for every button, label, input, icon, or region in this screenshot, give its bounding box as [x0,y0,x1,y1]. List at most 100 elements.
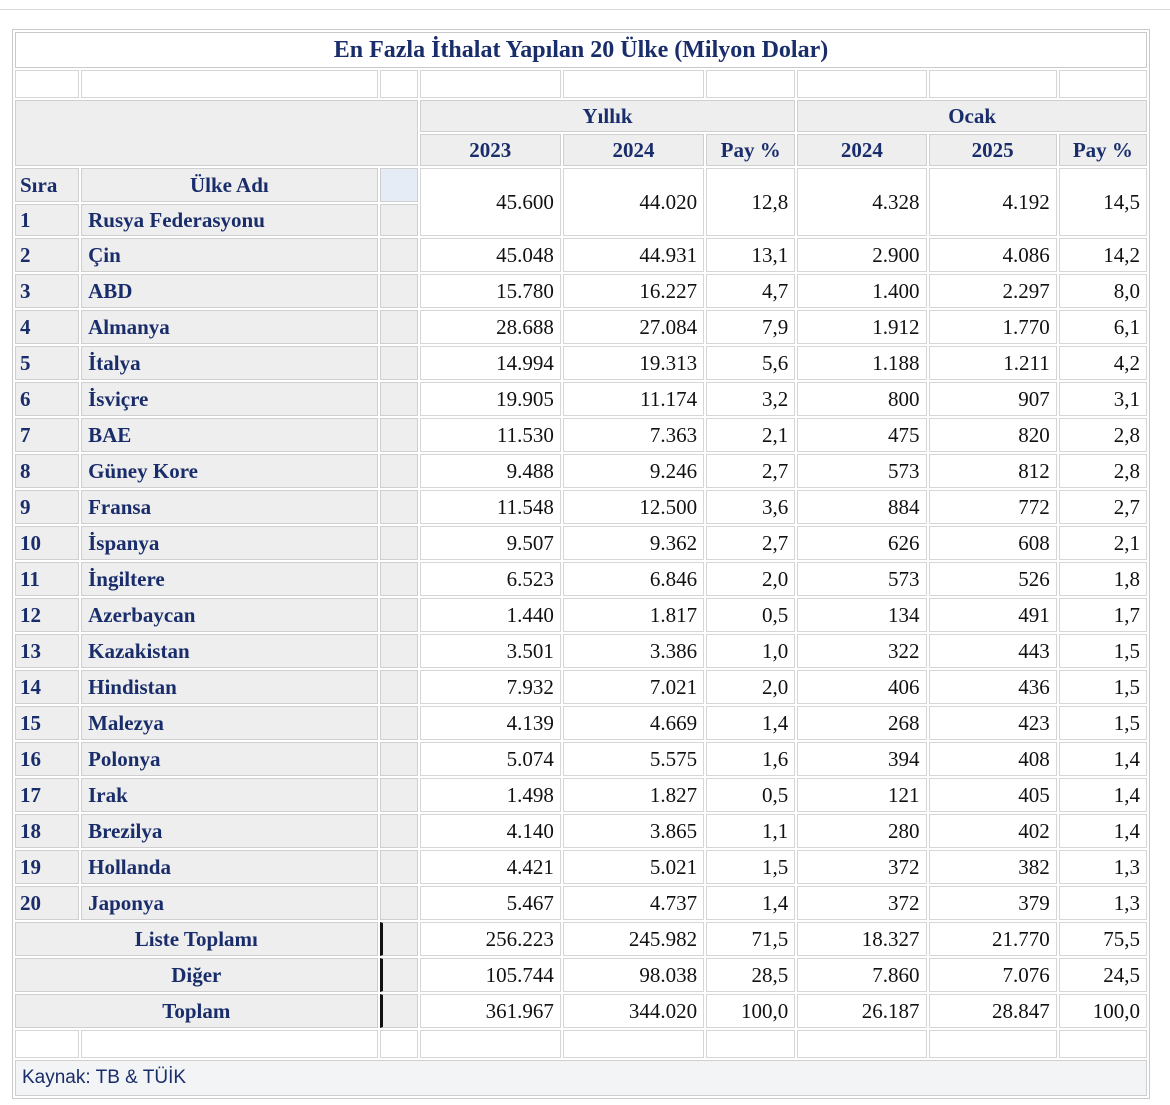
value-cell: 475 [797,418,927,452]
value-cell: 121 [797,778,927,812]
table-row: 17 Irak 1.498 1.827 0,5 121 405 1,4 [15,778,1147,812]
value-cell: 4.140 [419,814,561,848]
top-divider [0,9,1170,10]
value-cell: 44.931 [562,238,705,272]
value-cell: 1,3 [1058,886,1147,920]
value-cell: 19.313 [562,346,705,380]
rank-cell: 3 [15,274,80,308]
value-cell: 13,1 [706,238,796,272]
value-cell: 5.467 [419,886,561,920]
rank-cell: 5 [15,346,80,380]
value-cell: 820 [928,418,1057,452]
table-row: 4 Almanya 28.688 27.084 7,9 1.912 1.770 6,1 [15,310,1147,344]
rank-cell: 9 [15,490,80,524]
country-cell: Çin [81,238,378,272]
value-cell: 4,2 [1058,346,1147,380]
value-cell: 3.501 [419,634,561,668]
col-header-2023: 2023 [419,134,561,166]
country-cell: BAE [81,418,378,452]
summary-value-cell: 7.076 [928,958,1057,992]
table-row: 14 Hindistan 7.932 7.021 2,0 406 436 1,5 [15,670,1147,704]
value-cell: 45.048 [419,238,561,272]
rank-cell: 1 [15,204,80,236]
summary-value-cell: 361.967 [419,994,561,1028]
value-cell: 4.086 [928,238,1057,272]
table-row: Sıra Ülke Adı 45.600 44.020 12,8 4.328 4… [15,168,1147,236]
value-cell: 9.488 [419,454,561,488]
summary-value-cell: 245.982 [562,922,705,956]
value-cell: 1.817 [562,598,705,632]
value-cell: 608 [928,526,1057,560]
rank-cell: 19 [15,850,80,884]
col-header-2024: 2024 [562,134,705,166]
value-cell: 1,5 [1058,634,1147,668]
rank-cell: 8 [15,454,80,488]
value-cell: 1,5 [706,850,796,884]
value-cell: 526 [928,562,1057,596]
summary-value-cell: 105.744 [419,958,561,992]
value-cell: 772 [928,490,1057,524]
rank-cell: 12 [15,598,80,632]
value-cell: 280 [797,814,927,848]
summary-row: Toplam 361.967 344.020 100,0 26.187 28.847 100… [15,994,1147,1028]
value-cell: 19.905 [419,382,561,416]
value-cell: 2,8 [1058,418,1147,452]
country-cell: Rusya Federasyonu [81,204,378,236]
summary-value-cell: 7.860 [797,958,927,992]
value-cell: 573 [797,454,927,488]
value-cell: 9.362 [562,526,705,560]
country-cell: İsviçre [81,382,378,416]
value-cell: 443 [928,634,1057,668]
value-cell: 8,0 [1058,274,1147,308]
value-cell: 2,7 [706,526,796,560]
summary-value-cell: 24,5 [1058,958,1147,992]
value-cell: 812 [928,454,1057,488]
value-cell: 11.174 [562,382,705,416]
value-cell: 3.865 [562,814,705,848]
country-cell: Polonya [81,742,378,776]
value-cell: 4.421 [419,850,561,884]
value-cell: 2,1 [1058,526,1147,560]
table-row: 3 ABD 15.780 16.227 4,7 1.400 2.297 8,0 [15,274,1147,308]
value-cell: 1.211 [928,346,1057,380]
value-cell: 405 [928,778,1057,812]
spacer-row [15,70,1147,98]
value-cell: 1,3 [1058,850,1147,884]
value-cell: 14,2 [1058,238,1147,272]
value-cell: 3.386 [562,634,705,668]
rank-cell: 14 [15,670,80,704]
country-cell: Azerbaycan [81,598,378,632]
table-row: 15 Malezya 4.139 4.669 1,4 268 423 1,5 [15,706,1147,740]
value-cell: 3,1 [1058,382,1147,416]
value-cell: 1,5 [1058,670,1147,704]
value-cell: 402 [928,814,1057,848]
country-cell: Irak [81,778,378,812]
rank-cell: 10 [15,526,80,560]
summary-value-cell: 28.847 [928,994,1057,1028]
value-cell: 6.523 [419,562,561,596]
value-cell: 268 [797,706,927,740]
value-cell: 9.246 [562,454,705,488]
summary-label: Toplam [15,994,378,1028]
summary-value-cell: 75,5 [1058,922,1147,956]
country-cell: İngiltere [81,562,378,596]
value-cell: 573 [797,562,927,596]
value-cell: 1.400 [797,274,927,308]
table-row: 2 Çin 45.048 44.931 13,1 2.900 4.086 14,2 [15,238,1147,272]
table-row: 16 Polonya 5.074 5.575 1,6 394 408 1,4 [15,742,1147,776]
value-cell: 372 [797,850,927,884]
country-cell: Brezilya [81,814,378,848]
value-cell: 4.737 [562,886,705,920]
table-row: 12 Azerbaycan 1.440 1.817 0,5 134 491 1,7 [15,598,1147,632]
value-cell: 4,7 [706,274,796,308]
value-cell: 379 [928,886,1057,920]
value-cell: 2,0 [706,562,796,596]
value-cell: 423 [928,706,1057,740]
value-cell: 1.440 [419,598,561,632]
value-cell: 1,8 [1058,562,1147,596]
value-cell: 436 [928,670,1057,704]
rank-cell: 18 [15,814,80,848]
rank-cell: 11 [15,562,80,596]
rank-cell: 2 [15,238,80,272]
value-cell: 382 [928,850,1057,884]
